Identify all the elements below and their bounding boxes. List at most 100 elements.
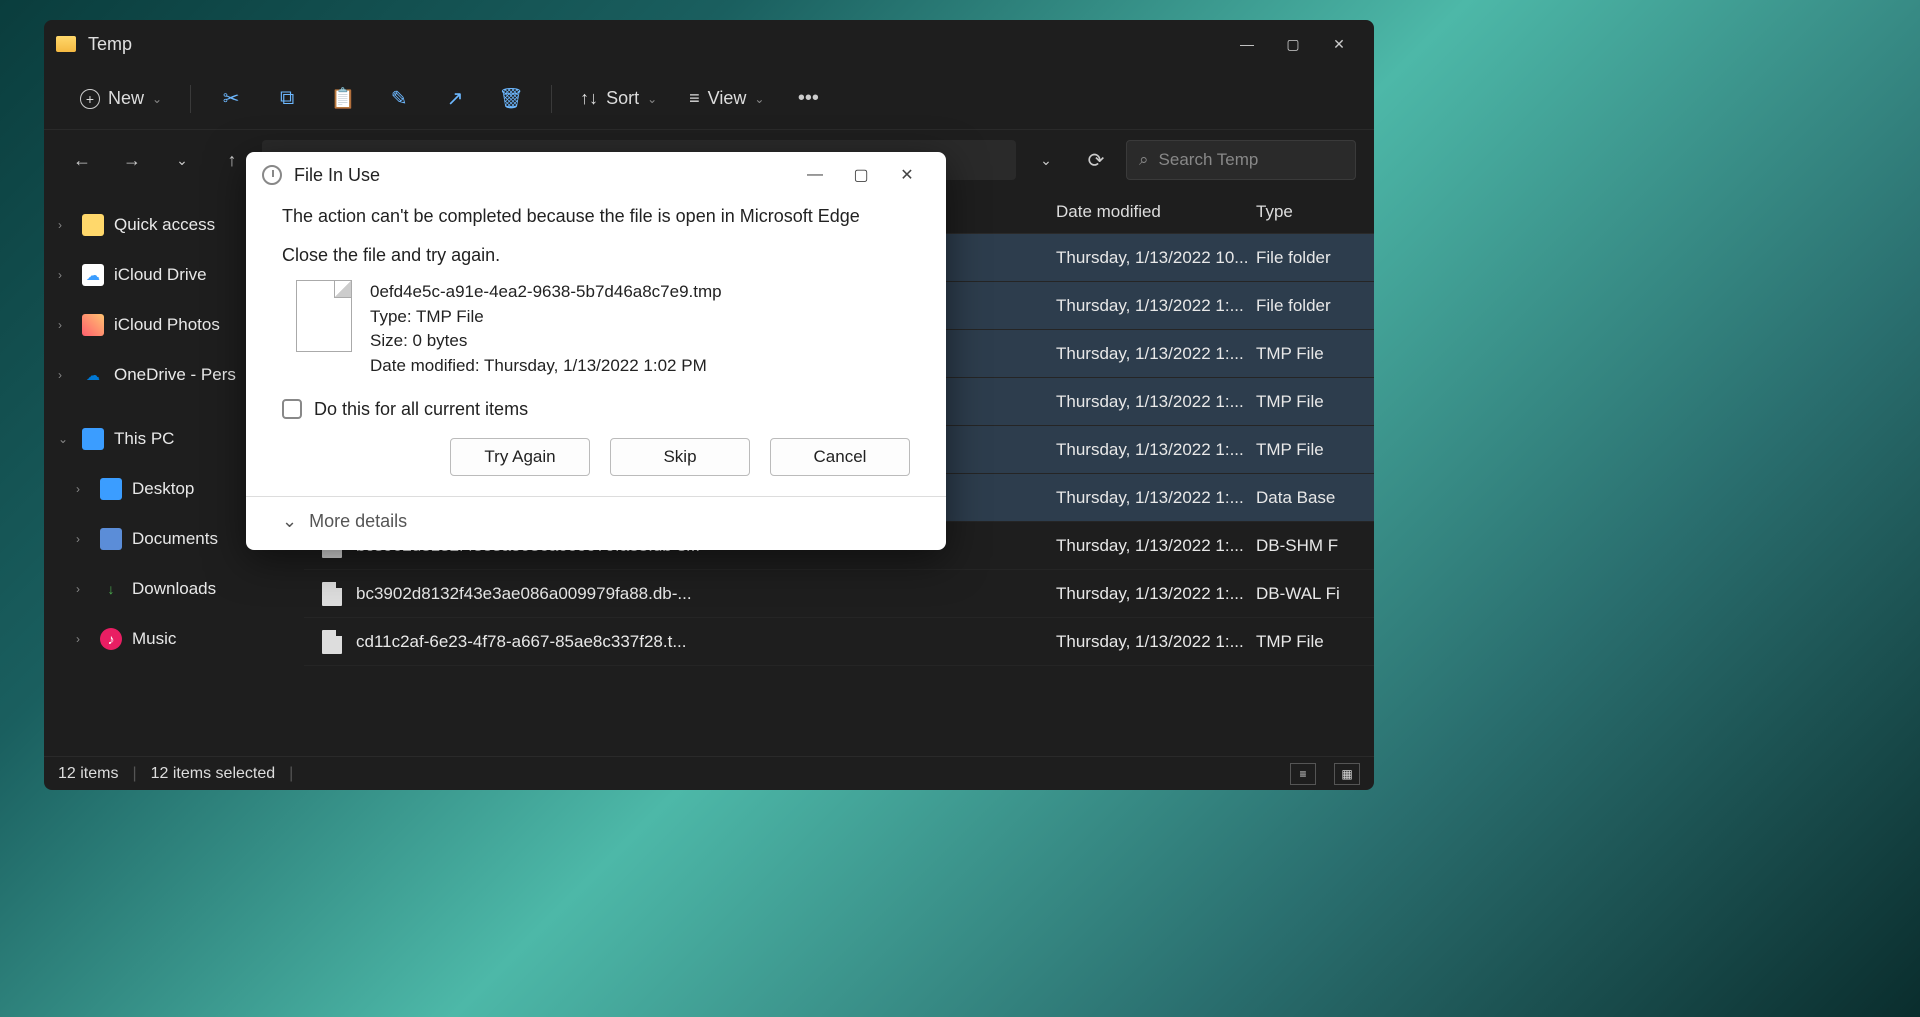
file-type-cell: File folder [1256, 248, 1356, 268]
new-button[interactable]: + New ⌄ [68, 80, 174, 117]
table-row[interactable]: cd11c2af-6e23-4f78-a667-85ae8c337f28.t..… [304, 618, 1374, 666]
item-count: 12 items [58, 765, 118, 783]
delete-icon[interactable]: 🗑 [487, 79, 535, 119]
dialog-maximize-button[interactable]: ▢ [838, 157, 884, 193]
rename-icon[interactable]: ✎ [375, 79, 423, 119]
file-date: Date modified: Thursday, 1/13/2022 1:02 … [370, 354, 722, 379]
forward-button[interactable]: → [112, 140, 152, 180]
checkbox-label: Do this for all current items [314, 399, 528, 420]
refresh-button[interactable]: ⟳ [1076, 148, 1116, 173]
sidebar-item-label: Documents [132, 529, 218, 549]
file-in-use-dialog: File In Use — ▢ ✕ The action can't be co… [246, 152, 946, 550]
sidebar-item-label: Music [132, 629, 176, 649]
recent-chevron-icon[interactable]: ⌄ [162, 140, 202, 180]
column-date[interactable]: Date modified [1056, 202, 1256, 222]
chevron-right-icon: › [58, 268, 72, 282]
share-icon[interactable]: ↗ [431, 79, 479, 119]
folder-icon [56, 36, 76, 52]
more-details-label: More details [309, 511, 407, 532]
documents-icon [100, 528, 122, 550]
more-icon[interactable]: ••• [784, 79, 832, 119]
file-date-cell: Thursday, 1/13/2022 1:... [1056, 536, 1256, 556]
this-pc-icon [82, 428, 104, 450]
file-type-cell: TMP File [1256, 344, 1356, 364]
chevron-right-icon: › [76, 532, 90, 546]
sidebar-item-label: Quick access [114, 215, 215, 235]
sidebar-item-label: iCloud Drive [114, 265, 207, 285]
view-button[interactable]: ≡ View ⌄ [677, 80, 776, 117]
maximize-button[interactable]: ▢ [1270, 26, 1316, 62]
plus-icon: + [80, 89, 100, 109]
chevron-right-icon: › [58, 318, 72, 332]
try-again-button[interactable]: Try Again [450, 438, 590, 476]
dialog-minimize-button[interactable]: — [792, 157, 838, 193]
selected-count: 12 items selected [151, 765, 276, 783]
sort-button[interactable]: ↑↓ Sort ⌄ [568, 80, 669, 117]
back-button[interactable]: ← [62, 140, 102, 180]
details-view-button[interactable]: ≡ [1290, 763, 1316, 785]
paste-icon[interactable]: 📋 [319, 79, 367, 119]
do-for-all-checkbox[interactable]: Do this for all current items [282, 399, 910, 420]
file-name: 0efd4e5c-a91e-4ea2-9638-5b7d46a8c7e9.tmp [370, 280, 722, 305]
chevron-down-icon: ⌄ [647, 92, 657, 106]
icloud-photos-icon [82, 314, 104, 336]
checkbox-icon [282, 399, 302, 419]
onedrive-icon: ☁ [82, 364, 104, 386]
chevron-right-icon: › [76, 632, 90, 646]
skip-button[interactable]: Skip [610, 438, 750, 476]
music-icon: ♪ [100, 628, 122, 650]
file-date-cell: Thursday, 1/13/2022 10... [1056, 248, 1256, 268]
new-label: New [108, 88, 144, 109]
clock-icon [262, 165, 282, 185]
file-size: Size: 0 bytes [370, 329, 722, 354]
desktop-icon [100, 478, 122, 500]
chevron-right-icon: › [58, 218, 72, 232]
chevron-down-icon: ⌄ [152, 92, 162, 106]
minimize-button[interactable]: — [1224, 26, 1270, 62]
cancel-button[interactable]: Cancel [770, 438, 910, 476]
file-type-cell: TMP File [1256, 392, 1356, 412]
search-input[interactable]: ⌕ Search Temp [1126, 140, 1356, 180]
file-date-cell: Thursday, 1/13/2022 1:... [1056, 584, 1256, 604]
sidebar-item-label: Downloads [132, 579, 216, 599]
table-row[interactable]: bc3902d8132f43e3ae086a009979fa88.db-... … [304, 570, 1374, 618]
file-type: Type: TMP File [370, 305, 722, 330]
file-type-cell: File folder [1256, 296, 1356, 316]
sidebar-item-label: OneDrive - Pers [114, 365, 236, 385]
sidebar-item-label: iCloud Photos [114, 315, 220, 335]
titlebar: Temp — ▢ ✕ [44, 20, 1374, 68]
quick-access-icon [82, 214, 104, 236]
view-icon: ≡ [689, 88, 700, 109]
file-icon [296, 280, 352, 352]
sort-label: Sort [606, 88, 639, 109]
dialog-message: The action can't be completed because th… [282, 206, 910, 227]
sidebar-item-downloads[interactable]: › ↓ Downloads [44, 564, 304, 614]
status-bar: 12 items | 12 items selected | ≡ ▦ [44, 756, 1374, 790]
downloads-icon: ↓ [100, 578, 122, 600]
toolbar: + New ⌄ ✂ ⧉ 📋 ✎ ↗ 🗑 ↑↓ Sort ⌄ ≡ View ⌄ •… [44, 68, 1374, 130]
thumbnails-view-button[interactable]: ▦ [1334, 763, 1360, 785]
chevron-down-icon: ⌄ [282, 511, 297, 532]
dialog-instruction: Close the file and try again. [282, 245, 910, 266]
address-chevron-icon[interactable]: ⌄ [1026, 140, 1066, 180]
file-type-cell: TMP File [1256, 440, 1356, 460]
sidebar-item-label: This PC [114, 429, 174, 449]
file-date-cell: Thursday, 1/13/2022 1:... [1056, 488, 1256, 508]
file-name-cell: cd11c2af-6e23-4f78-a667-85ae8c337f28.t..… [356, 632, 1056, 652]
sidebar-item-music[interactable]: › ♪ Music [44, 614, 304, 664]
chevron-right-icon: › [76, 582, 90, 596]
dialog-title: File In Use [294, 165, 792, 186]
file-icon [322, 630, 342, 654]
chevron-down-icon: ⌄ [754, 92, 764, 106]
dialog-close-button[interactable]: ✕ [884, 157, 930, 193]
more-details-toggle[interactable]: ⌄ More details [246, 496, 946, 550]
copy-icon[interactable]: ⧉ [263, 79, 311, 119]
chevron-down-icon: ⌄ [58, 432, 72, 446]
file-date-cell: Thursday, 1/13/2022 1:... [1056, 296, 1256, 316]
cut-icon[interactable]: ✂ [207, 79, 255, 119]
close-button[interactable]: ✕ [1316, 26, 1362, 62]
column-type[interactable]: Type [1256, 202, 1356, 222]
icloud-drive-icon: ☁ [82, 264, 104, 286]
file-icon [322, 582, 342, 606]
file-metadata: 0efd4e5c-a91e-4ea2-9638-5b7d46a8c7e9.tmp… [370, 280, 722, 379]
